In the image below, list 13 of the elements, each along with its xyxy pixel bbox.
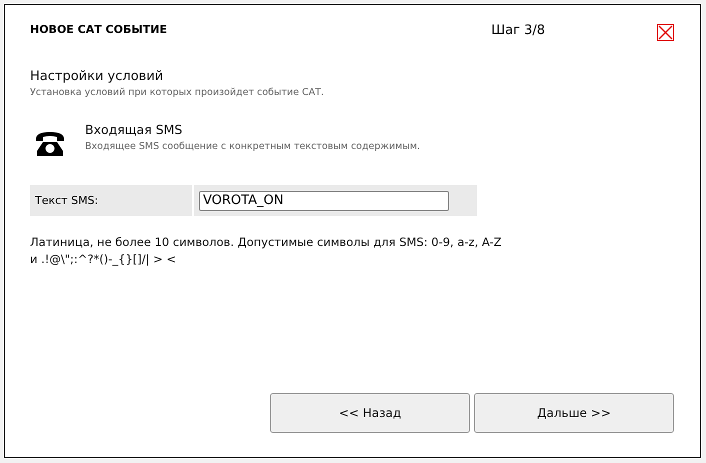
- sms-text-field[interactable]: VOROTA_ON: [199, 190, 449, 210]
- hint-text: Латиница, не более 10 символов. Допустимые символы для SMS: 0-9, a-z, A-Z и .!@\";:^?*()-_{}[]/| > <: [30, 234, 503, 268]
- section-subtitle: Установка условий при которых произойдет событие САТ.: [30, 87, 325, 98]
- close-icon[interactable]: [657, 24, 674, 40]
- telephone-icon: [35, 131, 65, 157]
- section-title: Настройки условий: [30, 69, 164, 84]
- event-description: Входящее SMS сообщение с конкретным текстовым содержимым.: [85, 141, 420, 152]
- nav-button[interactable]: << Назад: [270, 393, 470, 433]
- field-label: Текст SMS:: [30, 185, 194, 216]
- dialog-title: НОВОЕ САТ СОБЫТИЕ: [30, 22, 168, 36]
- event-title: Входящая SMS: [85, 122, 184, 137]
- step-indicator: Шаг 3/8: [491, 23, 545, 38]
- nav-button[interactable]: Дальше >>: [474, 393, 674, 433]
